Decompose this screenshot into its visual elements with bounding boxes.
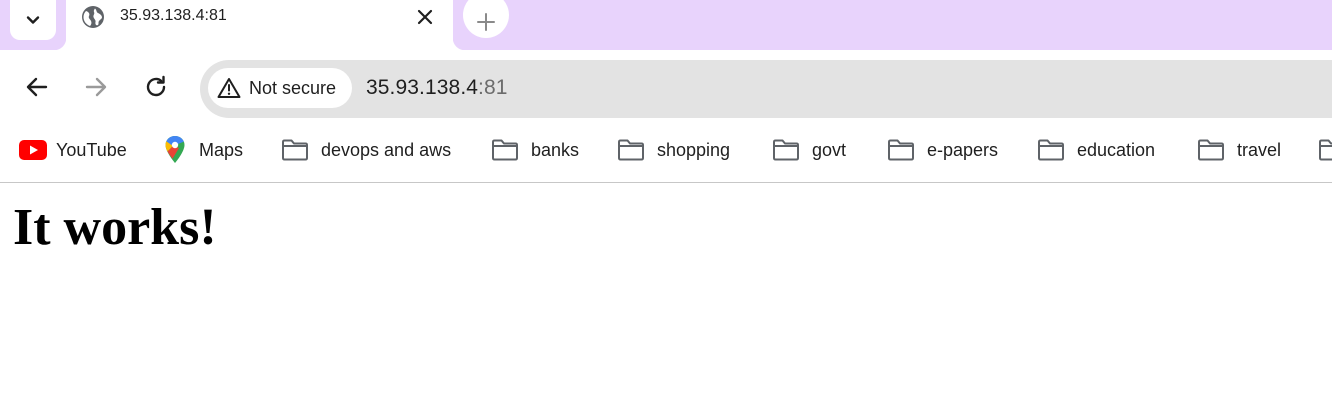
- forward-button[interactable]: [81, 72, 111, 102]
- maps-icon: [165, 136, 185, 163]
- bookmark-label: devops and aws: [321, 139, 452, 160]
- youtube-icon: [19, 140, 47, 160]
- bookmark-folder-e-papers[interactable]: e-papers: [887, 126, 998, 174]
- bookmark-label: travel: [1237, 139, 1282, 160]
- browser-toolbar: Not secure 35.93.138.4:81: [0, 50, 1332, 126]
- active-tab[interactable]: 35.93.138.4:81: [54, 0, 465, 50]
- folder-icon: [1038, 139, 1064, 161]
- tab-search-button[interactable]: [10, 0, 56, 40]
- folder-icon: [773, 139, 799, 161]
- plus-icon: [477, 13, 495, 31]
- bookmark-label: shopping: [657, 139, 731, 160]
- bookmark-folder-banks[interactable]: banks: [491, 126, 579, 174]
- new-tab-button[interactable]: [463, 0, 509, 38]
- warning-icon: [217, 78, 241, 98]
- bookmark-label: govt: [812, 139, 847, 160]
- arrow-left-icon: [26, 77, 48, 97]
- arrow-right-icon: [85, 77, 107, 97]
- close-icon[interactable]: [414, 6, 436, 28]
- address-bar[interactable]: Not secure 35.93.138.4:81: [200, 60, 1332, 118]
- bookmark-folder-overflow[interactable]: [1318, 126, 1332, 174]
- bookmark-folder-shopping[interactable]: shopping: [617, 126, 730, 174]
- bookmark-label: YouTube: [56, 139, 127, 160]
- url-port: :81: [478, 76, 508, 99]
- bookmarks-bar: YouTube Maps devops and aws banks shoppi…: [0, 126, 1332, 183]
- folder-icon: [1319, 139, 1332, 161]
- tab-strip: 35.93.138.4:81: [0, 0, 1332, 50]
- folder-icon: [1198, 139, 1224, 161]
- tab-title: 35.93.138.4:81: [120, 7, 227, 24]
- bookmark-folder-education[interactable]: education: [1037, 126, 1155, 174]
- folder-icon: [282, 139, 308, 161]
- reload-button[interactable]: [141, 72, 171, 102]
- bookmark-label: education: [1077, 139, 1156, 160]
- bookmark-label: Maps: [199, 139, 244, 160]
- bookmark-maps[interactable]: Maps: [165, 126, 243, 174]
- chevron-down-icon: [26, 16, 40, 24]
- bookmark-label: e-papers: [927, 139, 999, 160]
- page-content: It works!: [0, 184, 1332, 406]
- url-host: 35.93.138.4: [366, 76, 479, 99]
- back-button[interactable]: [22, 72, 52, 102]
- reload-icon: [146, 75, 166, 97]
- security-label: Not secure: [249, 77, 337, 98]
- globe-icon: [82, 6, 104, 28]
- bookmark-folder-devops-and-aws[interactable]: devops and aws: [281, 126, 451, 174]
- folder-icon: [888, 139, 914, 161]
- folder-icon: [618, 139, 644, 161]
- site-info-chip[interactable]: Not secure: [208, 68, 352, 108]
- bookmark-folder-govt[interactable]: govt: [772, 126, 846, 174]
- bookmark-youtube[interactable]: YouTube: [19, 126, 127, 174]
- url-text[interactable]: 35.93.138.4:81: [366, 76, 508, 100]
- bookmark-folder-travel[interactable]: travel: [1197, 126, 1281, 174]
- folder-icon: [492, 139, 518, 161]
- bookmark-label: banks: [531, 139, 580, 160]
- page-heading: It works!: [13, 199, 217, 256]
